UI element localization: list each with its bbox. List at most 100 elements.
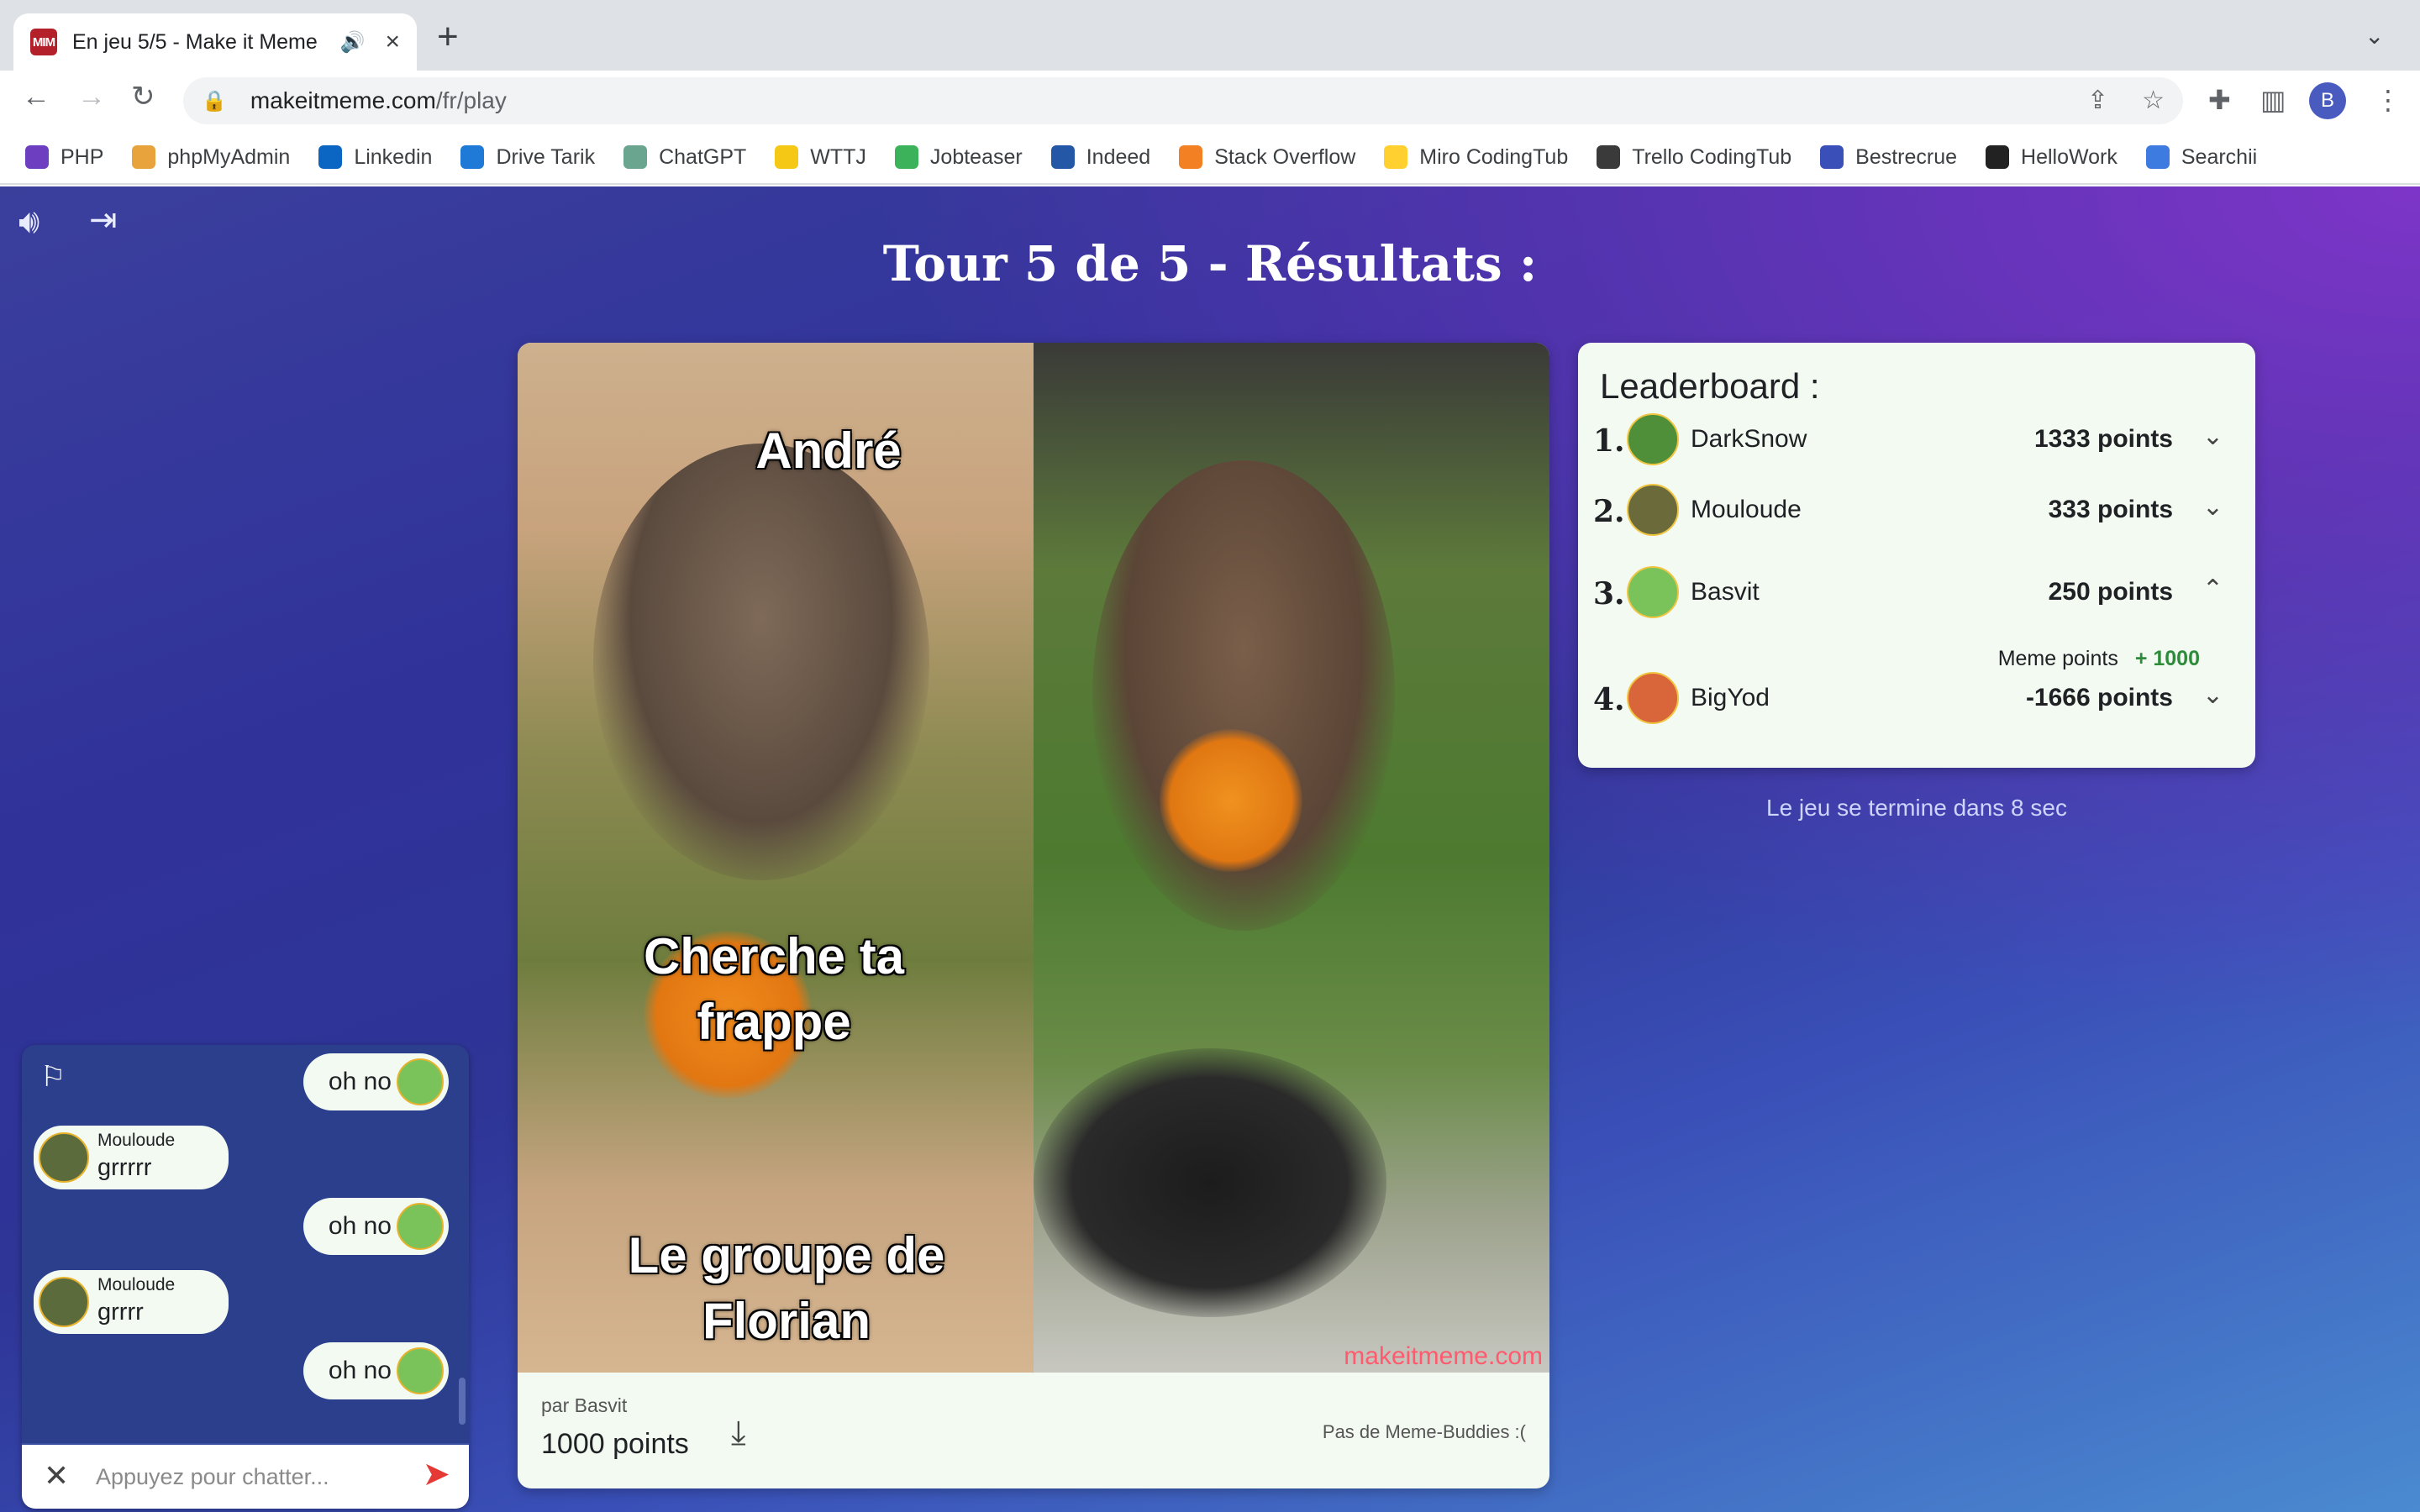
close-icon[interactable]: ×	[385, 28, 400, 56]
bookmark-item[interactable]: Linkedin	[318, 145, 432, 170]
avatar	[397, 1203, 444, 1250]
leaderboard-row[interactable]: 3. Basvit 250 points ⌃	[1593, 564, 2240, 620]
game-page: 🔊︎ ⇥ Tour 5 de 5 - Résultats : André Che…	[0, 186, 2420, 1512]
orange-shape	[1160, 729, 1302, 872]
back-button[interactable]: ←	[22, 82, 50, 111]
leaderboard-rank: 3.	[1593, 576, 1625, 612]
bookmark-item[interactable]: Searchii	[2145, 145, 2257, 170]
share-icon[interactable]: ⇪	[2087, 86, 2108, 115]
avatar	[397, 1058, 444, 1105]
leaderboard-rank: 4.	[1593, 682, 1625, 717]
leaderboard-row[interactable]: 4. BigYod -1666 points ⌄	[1593, 670, 2240, 726]
bookmark-label: Drive Tarik	[496, 144, 596, 169]
player-name: Basvit	[1691, 578, 1760, 606]
chevron-down-icon[interactable]: ⌄	[2365, 22, 2384, 50]
phpmyadmin-icon	[132, 145, 156, 169]
lock-icon[interactable]: 🔒	[202, 89, 227, 113]
monkey-shape	[593, 444, 929, 880]
leaderboard-row[interactable]: 2. Mouloude 333 points ⌄	[1593, 482, 2240, 538]
player-name: BigYod	[1691, 684, 1770, 711]
meme-panel-left	[518, 343, 1034, 1373]
player-avatar	[1627, 672, 1679, 724]
bookmark-item[interactable]: HelloWork	[1986, 145, 2118, 170]
chat-input[interactable]	[96, 1457, 415, 1497]
meme-footer: par Basvit 1000 points ⤓ Pas de Meme-Bud…	[518, 1373, 1549, 1488]
url-path: /fr/play	[435, 87, 507, 113]
bookmark-label: PHP	[60, 144, 104, 169]
stackoverflow-icon	[1179, 145, 1203, 169]
avatar	[39, 1132, 89, 1183]
car-mirror-shape	[1034, 1048, 1386, 1317]
close-icon[interactable]: ✕	[44, 1458, 69, 1494]
leaderboard: Leaderboard : 1. DarkSnow 1333 points ⌄ 2. Mo…	[1578, 343, 2255, 768]
flag-icon[interactable]: ⚐	[40, 1060, 66, 1094]
bookmark-item[interactable]: Trello CodingTub	[1597, 145, 1791, 170]
active-tab[interactable]: MIM En jeu 5/5 - Make it Meme 🔊 ×	[13, 13, 417, 71]
chat-message-incoming: Mouloude grrrrr	[34, 1126, 229, 1189]
jobteaser-icon	[894, 145, 918, 169]
hellowork-icon	[1986, 145, 2010, 169]
chevron-down-icon[interactable]: ⌄	[2202, 422, 2223, 451]
menu-icon[interactable]: ⋮	[2375, 84, 2402, 116]
tab-title: En jeu 5/5 - Make it Meme	[72, 29, 318, 54]
bookmark-label: Trello CodingTub	[1632, 144, 1792, 169]
address-bar[interactable]: 🔒 makeitmeme.com/fr/play ⇪ ☆	[183, 77, 2183, 124]
bookmark-item[interactable]: phpMyAdmin	[132, 145, 290, 170]
chevron-up-icon[interactable]: ⌃	[2202, 575, 2223, 604]
download-icon[interactable]: ⤓	[731, 1415, 746, 1452]
bookmark-label: Indeed	[1086, 144, 1151, 169]
leaderboard-row[interactable]: 1. DarkSnow 1333 points ⌄	[1593, 412, 2240, 467]
player-name: DarkSnow	[1691, 425, 1807, 453]
makeitmeme-favicon-icon: MIM	[30, 29, 57, 55]
bookmark-item[interactable]: Indeed	[1050, 144, 1151, 170]
chat-message-text: oh no	[328, 1212, 392, 1240]
meme-points-detail: Meme points + 1000	[1998, 647, 2200, 671]
bookmark-label: HelloWork	[2021, 144, 2118, 169]
chevron-down-icon[interactable]: ⌄	[2202, 492, 2223, 522]
meme-author: par Basvit	[541, 1394, 628, 1416]
chat-message-author: Mouloude	[97, 1275, 176, 1294]
bookmark-label: Bestrecrue	[1855, 144, 1958, 169]
player-points: 250 points	[2048, 578, 2173, 606]
bookmark-item[interactable]: Drive Tarik	[460, 145, 595, 170]
bookmark-item[interactable]: Stack Overflow	[1179, 145, 1355, 170]
meme-watermark: makeitmeme.com	[1344, 1342, 1543, 1370]
side-panel-icon[interactable]: ▥	[2260, 84, 2286, 116]
profile-avatar[interactable]: B	[2309, 82, 2346, 119]
leaderboard-rank: 1.	[1593, 423, 1625, 459]
chatgpt-icon	[623, 145, 648, 169]
reload-button[interactable]: ↻	[131, 82, 155, 111]
speaker-icon[interactable]: 🔊	[340, 30, 366, 55]
extensions-icon[interactable]: ✚	[2208, 84, 2231, 116]
volume-icon[interactable]: 🔊︎	[18, 205, 39, 239]
new-tab-button[interactable]: +	[437, 18, 459, 55]
forward-button[interactable]: →	[77, 82, 106, 111]
bookmark-item[interactable]: WTTJ	[775, 145, 866, 170]
chat-message-outgoing: oh no	[302, 1342, 449, 1399]
bookmark-label: Jobteaser	[929, 144, 1023, 169]
bookmark-label: Miro CodingTub	[1419, 144, 1569, 169]
player-avatar	[1627, 413, 1679, 465]
chevron-down-icon[interactable]: ⌄	[2202, 680, 2223, 710]
chat-message-text: grrrr	[97, 1299, 144, 1326]
bookmark-label: WTTJ	[810, 144, 866, 169]
chat-message-outgoing: oh no	[302, 1053, 449, 1110]
browser-toolbar: ← → ↻ 🔒 makeitmeme.com/fr/play ⇪ ☆ ✚ ▥ B…	[0, 71, 2420, 131]
player-points: -1666 points	[2025, 684, 2173, 711]
bookmark-item[interactable]: PHP	[25, 145, 103, 170]
php-icon	[25, 145, 49, 169]
exit-icon[interactable]: ⇥	[89, 203, 118, 237]
bookmark-item[interactable]: Bestrecrue	[1820, 145, 1957, 170]
chat-message-text: grrrrr	[97, 1154, 152, 1181]
player-avatar	[1627, 484, 1679, 536]
send-icon[interactable]: ➤	[422, 1455, 450, 1494]
chat-scrollbar[interactable]	[459, 1378, 466, 1425]
player-avatar	[1627, 566, 1679, 618]
bookmark-item[interactable]: ChatGPT	[623, 145, 746, 170]
bookmark-item[interactable]: Miro CodingTub	[1384, 145, 1568, 170]
chat-message-text: oh no	[328, 1357, 392, 1384]
onedrive-icon	[460, 145, 485, 169]
indeed-icon	[1050, 145, 1075, 169]
bookmark-item[interactable]: Jobteaser	[894, 144, 1023, 170]
star-icon[interactable]: ☆	[2142, 86, 2165, 115]
